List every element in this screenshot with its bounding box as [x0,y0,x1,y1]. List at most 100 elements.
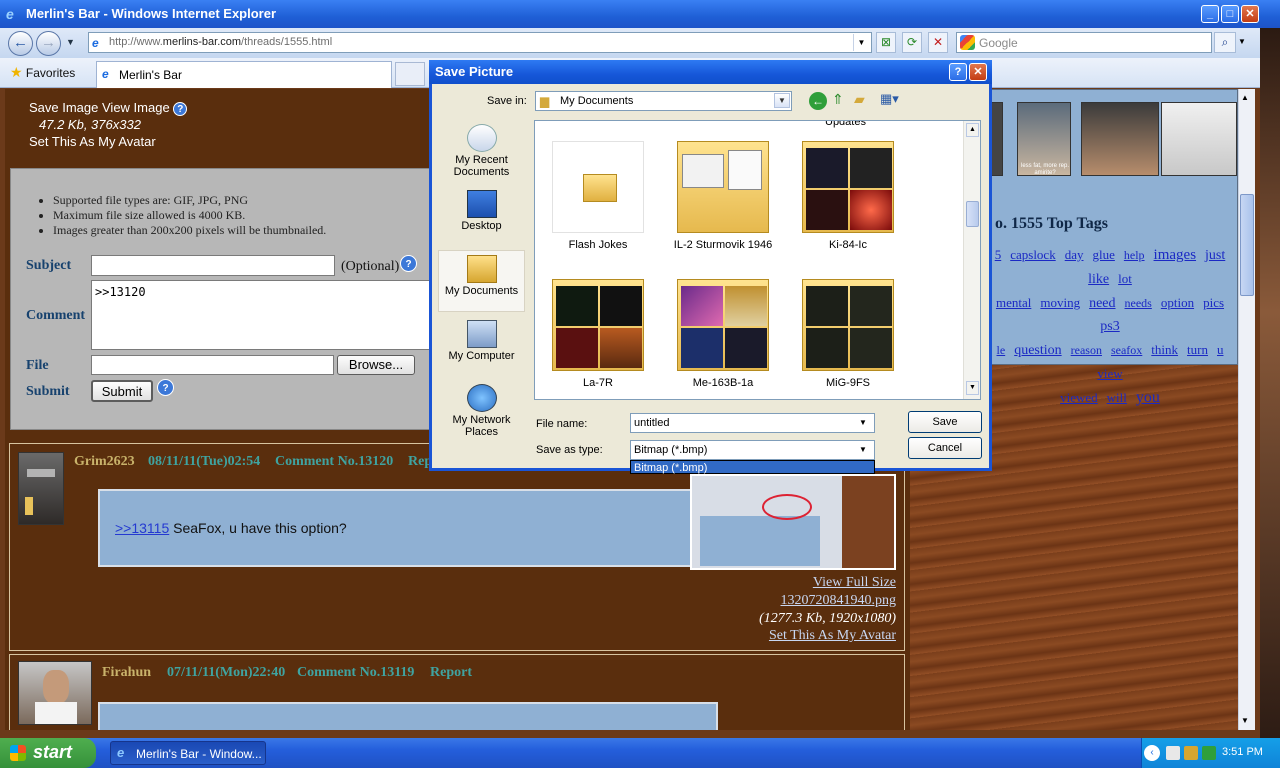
folder-ki84[interactable]: Ki-84-Ic [793,141,903,271]
cancel-button[interactable]: Cancel [908,437,982,459]
tag-thumb-oldman[interactable] [1081,102,1159,176]
tag-thumb-group[interactable] [1161,102,1237,176]
comment-number[interactable]: Comment No.13120 [275,454,393,470]
place-my-documents[interactable]: My Documents [438,250,525,312]
view-menu-icon[interactable]: ▦▾ [880,91,899,107]
page-scrollbar[interactable]: ▲ ▼ [1238,89,1255,730]
tag-link[interactable]: lot [1118,271,1132,286]
folder-la7r[interactable]: La-7R [543,279,653,399]
place-my-computer[interactable]: My Computer [438,316,525,378]
tag-link[interactable]: just [1205,248,1225,263]
tray-app-icon[interactable] [1184,746,1198,760]
set-avatar-link[interactable]: Set This As My Avatar [29,133,187,150]
stop-icon[interactable]: ✕ [928,32,948,53]
tag-link[interactable]: viewed [1060,390,1098,405]
savetype-option-bitmap[interactable]: Bitmap (*.bmp) [630,460,875,474]
set-avatar-link[interactable]: Set This As My Avatar [769,628,896,644]
tag-link[interactable]: images [1154,247,1197,263]
savetype-select[interactable]: Bitmap (*.bmp) ▼ [630,440,875,460]
scroll-down-icon[interactable]: ▼ [1241,716,1249,725]
tag-link[interactable]: glue [1092,247,1114,262]
tray-app-icon[interactable] [1202,746,1216,760]
chevron-down-icon[interactable]: ▼ [859,418,867,427]
minimize-button[interactable]: _ [1201,5,1219,23]
taskbar-item-ie[interactable]: e Merlin's Bar - Window... [110,741,266,765]
reply-link[interactable]: >>13115 [115,520,169,536]
new-tab-button[interactable] [395,62,425,86]
up-folder-icon[interactable]: ⇑ [832,91,844,108]
maximize-button[interactable]: □ [1221,5,1239,23]
close-button[interactable]: ✕ [1241,5,1259,23]
report-link[interactable]: Report [430,665,472,681]
forward-button[interactable]: → [36,31,61,56]
tag-link[interactable]: need [1089,296,1115,311]
place-recent-documents[interactable]: My Recent Documents [438,120,525,182]
tag-link[interactable]: help [1124,248,1145,262]
scroll-down-icon[interactable]: ▼ [966,381,979,395]
report-link[interactable]: Report [408,454,430,470]
tag-link[interactable]: question [1014,343,1061,358]
tag-link[interactable]: turn [1187,342,1208,357]
tag-thumb-baby[interactable]: less fat, more rep. amirite? [1017,102,1071,176]
tag-link[interactable]: u [1217,342,1224,357]
tag-thumb[interactable] [991,102,1003,176]
help-icon[interactable]: ? [173,102,188,116]
comment-textarea[interactable]: >>13120 [91,280,441,350]
tag-link[interactable]: le [997,343,1006,357]
subject-input[interactable] [91,255,335,276]
scrollbar-thumb[interactable] [966,201,979,227]
submit-help-icon[interactable]: ? [157,379,174,396]
tab-merlins-bar[interactable]: e Merlin's Bar [96,61,392,88]
chevron-down-icon[interactable]: ▼ [859,445,867,454]
tag-link[interactable]: ps3 [1100,319,1119,334]
folder-mig9[interactable]: MiG-9FS [793,279,903,399]
view-full-size-link[interactable]: View Full Size [813,575,896,591]
search-options-icon[interactable]: ▼ [1238,37,1246,46]
recent-pages-dropdown-icon[interactable]: ▼ [66,37,75,47]
place-network[interactable]: My Network Places [438,380,525,442]
tag-link[interactable]: like [1088,272,1109,287]
tag-link[interactable]: day [1065,247,1084,262]
search-box[interactable]: Google [956,32,1212,53]
comment-number[interactable]: Comment No.13119 [297,665,414,681]
save-button[interactable]: Save [908,411,982,433]
new-folder-icon[interactable]: ▰ [854,91,865,108]
back-icon[interactable]: ← [809,92,827,110]
tag-link[interactable]: moving [1040,295,1080,310]
browse-button[interactable]: Browse... [337,355,415,375]
post-image-thumbnail[interactable] [690,474,896,570]
tag-link[interactable]: needs [1125,296,1152,310]
tag-link[interactable]: pics [1203,295,1224,310]
clock[interactable]: 3:51 PM [1222,746,1263,758]
search-icon[interactable]: ⌕ [1214,32,1236,53]
place-desktop[interactable]: Desktop [438,186,525,248]
tag-link[interactable]: view [1097,366,1122,381]
address-bar[interactable]: e http://www.merlins-bar.com/threads/155… [88,32,872,53]
file-path-input[interactable] [91,355,334,375]
tag-link[interactable]: think [1151,342,1178,357]
tag-link[interactable]: reason [1071,343,1102,357]
chevron-down-icon[interactable]: ▼ [774,93,790,108]
save-image-link[interactable]: Save Image [29,100,98,115]
back-button[interactable]: ← [8,31,33,56]
folder-flash-jokes[interactable]: Flash Jokes [543,141,653,271]
tray-app-icon[interactable] [1166,746,1180,760]
tray-expand-icon[interactable]: ‹ [1144,745,1160,761]
favorites-button[interactable]: ★ Favorites [10,64,75,81]
refresh-icon[interactable]: ⟳ [902,32,922,53]
tag-link[interactable]: will [1107,390,1127,405]
scrollbar-thumb[interactable] [1240,194,1254,296]
folder-il2[interactable]: IL-2 Sturmovik 1946 [668,141,778,271]
tag-link[interactable]: capslock [1010,247,1055,262]
address-dropdown-icon[interactable]: ▼ [853,34,869,51]
view-image-link[interactable]: View Image [102,100,170,115]
save-in-combo[interactable]: ▆ My Documents ▼ [535,91,792,111]
folder-me163[interactable]: Me-163B-1a [668,279,778,399]
dialog-help-button[interactable]: ? [949,63,967,81]
compatibility-icon[interactable]: ⊠ [876,32,896,53]
scroll-up-icon[interactable]: ▲ [1241,93,1249,102]
tag-link[interactable]: 5 [995,247,1002,262]
scroll-up-icon[interactable]: ▲ [966,123,979,137]
tag-link[interactable]: seafox [1111,343,1142,357]
subject-help-icon[interactable]: ? [400,255,417,272]
